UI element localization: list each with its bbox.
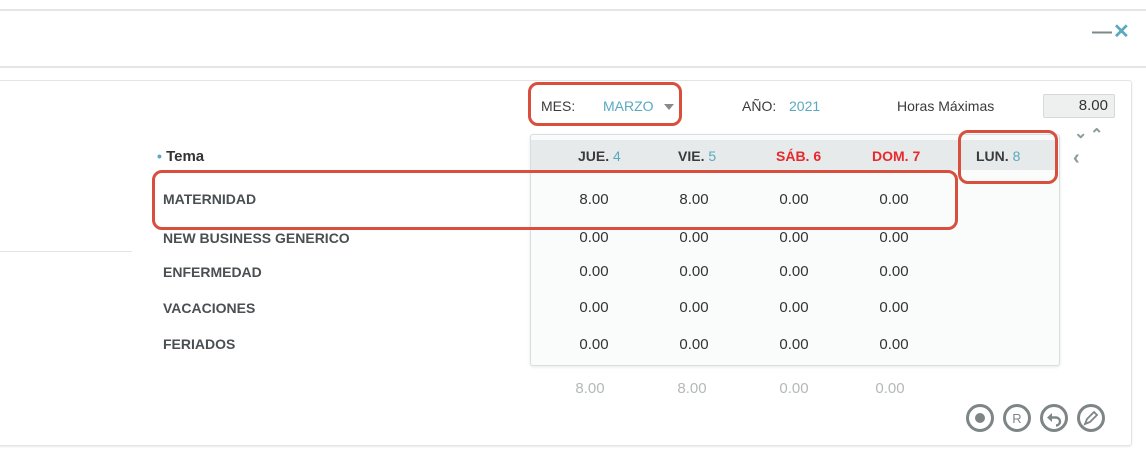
highlight-month <box>528 82 682 126</box>
day-name: VIE. <box>678 148 705 164</box>
tema-header-label: Tema <box>166 148 205 165</box>
day-header-dom: DOM. 7 <box>872 148 920 164</box>
hours-cell[interactable]: 0.00 <box>664 229 724 246</box>
year-select[interactable]: 2021 <box>789 98 820 114</box>
day-number: 4 <box>613 148 621 164</box>
hours-cell[interactable]: 0.00 <box>764 336 824 353</box>
tema-column-header: • Tema <box>157 148 204 165</box>
hours-cell[interactable]: 0.00 <box>664 263 724 280</box>
hours-cell[interactable]: 0.00 <box>864 263 924 280</box>
registered-button[interactable]: R <box>1003 404 1031 432</box>
hours-cell[interactable]: 0.00 <box>864 299 924 316</box>
total-cell: 0.00 <box>875 380 905 397</box>
undo-icon <box>1047 413 1062 427</box>
day-name: DOM. <box>872 148 909 164</box>
day-name: SÁB. <box>776 148 810 164</box>
total-cell: 8.00 <box>575 380 605 397</box>
record-icon <box>975 413 985 423</box>
hours-cell[interactable]: 0.00 <box>564 263 624 280</box>
close-icon[interactable]: ✕ <box>1113 22 1130 42</box>
day-header-sab: SÁB. 6 <box>776 148 821 164</box>
chevron-left-icon[interactable]: ‹ <box>1073 148 1080 168</box>
svg-text:R: R <box>1012 411 1021 426</box>
day-number: 6 <box>813 148 822 164</box>
edit-button[interactable] <box>1077 404 1105 432</box>
highlight-maternidad-row <box>152 170 958 230</box>
registered-icon: R <box>1012 411 1021 426</box>
row-label-feriados: FERIADOS <box>163 336 236 352</box>
hours-cell[interactable]: 0.00 <box>864 229 924 246</box>
top-divider <box>0 9 1146 11</box>
year-label: AÑO: <box>742 98 777 114</box>
chevron-up-icon[interactable]: ⌃ <box>1090 128 1103 144</box>
row-label-enfermedad: ENFERMEDAD <box>163 264 262 280</box>
day-number: 7 <box>912 148 921 164</box>
hours-cell[interactable]: 0.00 <box>764 299 824 316</box>
hours-cell[interactable]: 0.00 <box>564 336 624 353</box>
hours-cell[interactable]: 0.00 <box>664 336 724 353</box>
day-name: JUE. <box>578 148 610 164</box>
max-hours-label: Horas Máximas <box>897 98 995 114</box>
minimize-icon[interactable]: — <box>1092 22 1112 42</box>
highlight-monday <box>958 130 1058 184</box>
panel-separator <box>0 251 132 252</box>
hours-cell[interactable]: 0.00 <box>664 299 724 316</box>
edit-icon <box>1083 410 1099 426</box>
hours-cell[interactable]: 0.00 <box>564 299 624 316</box>
undo-button[interactable] <box>1040 404 1068 432</box>
hours-cell[interactable]: 0.00 <box>764 263 824 280</box>
max-hours-input[interactable] <box>1043 94 1115 118</box>
header-divider <box>0 66 1146 68</box>
chevron-down-icon[interactable]: ⌄ <box>1074 126 1087 142</box>
day-header-jue: JUE. 4 <box>578 148 621 164</box>
hours-cell[interactable]: 0.00 <box>564 229 624 246</box>
row-label-new-business: NEW BUSINESS GENERICO <box>163 230 350 246</box>
row-label-vacaciones: VACACIONES <box>163 300 256 316</box>
day-header-vie: VIE. 5 <box>678 148 716 164</box>
record-button[interactable] <box>966 404 994 432</box>
total-cell: 0.00 <box>779 380 809 397</box>
required-dot-icon: • <box>157 148 162 164</box>
hours-cell[interactable]: 0.00 <box>764 229 824 246</box>
day-number: 5 <box>708 148 717 164</box>
total-cell: 8.00 <box>677 380 707 397</box>
hours-cell[interactable]: 0.00 <box>864 336 924 353</box>
